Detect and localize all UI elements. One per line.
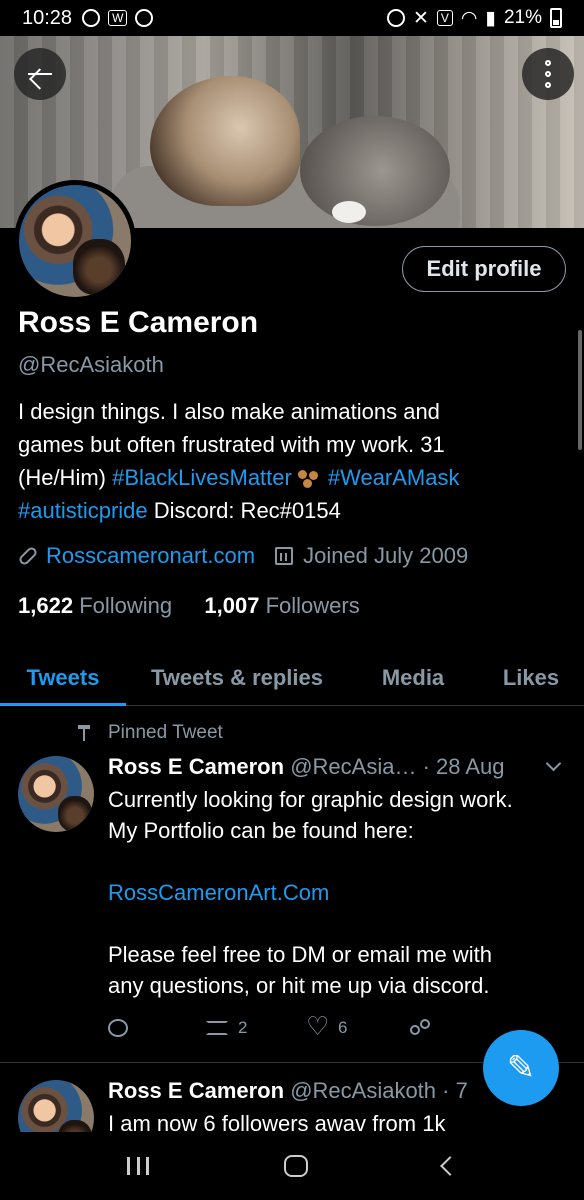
profile-avatar[interactable] [14, 180, 136, 302]
joined-date: Joined July 2009 [303, 543, 469, 568]
hashtag-wearamask[interactable]: #WearAMask [328, 465, 460, 490]
profile-tabs: Tweets Tweets & replies Media Likes [0, 650, 584, 706]
volte-icon: V [436, 10, 453, 26]
like-button[interactable]: 6 [306, 1011, 410, 1042]
tweet-header: Ross E Cameron @RecAsia… · 28 Aug [108, 754, 505, 780]
more-options-icon [545, 60, 551, 88]
website-link[interactable]: Rosscameronart.com [46, 543, 255, 569]
reply-icon [108, 1019, 128, 1037]
compose-tweet-icon: ✎ [506, 1049, 536, 1087]
tweet-header: Ross E Cameron @RecAsiakoth · 7 [108, 1078, 468, 1104]
following-label: Following [79, 593, 173, 618]
followers-count: 1,007 [204, 593, 260, 618]
pinned-text: Pinned Tweet [108, 722, 223, 743]
status-bar: 10:28 W ✕ V ◠ ▮ 21% [0, 0, 584, 36]
alarm-icon [135, 9, 154, 27]
compose-tweet-button[interactable]: ✎ [483, 1030, 559, 1106]
status-time: 10:28 [22, 6, 73, 29]
recents-icon[interactable] [127, 1157, 150, 1175]
profile-meta: Rosscameronart.com Joined July 2009 [17, 543, 469, 569]
tab-likes[interactable]: Likes [478, 650, 584, 705]
following-stat[interactable]: 1,622 Following [18, 593, 172, 618]
battery-icon [550, 8, 562, 28]
tab-tweets[interactable]: Tweets [0, 650, 126, 706]
tweet-author-name: Ross E Cameron [108, 754, 285, 779]
tab-tweets-replies[interactable]: Tweets & replies [126, 650, 348, 705]
bio-line-1: I design things. I also make animations … [18, 399, 440, 424]
scrollbar[interactable] [578, 330, 582, 450]
share-icon [410, 1019, 430, 1037]
like-count: 6 [338, 1018, 348, 1037]
link-icon [17, 545, 39, 567]
banner-tabby-cat [300, 116, 450, 226]
mute-icon: ✕ [412, 7, 429, 29]
follow-stats: 1,622 Following 1,007 Followers [18, 593, 360, 619]
tweet-line: any questions, or hit me up via discord. [108, 973, 490, 998]
followers-stat[interactable]: 1,007 Followers [204, 593, 359, 618]
banner-cat-paw [332, 201, 366, 223]
notification-icons: W [82, 9, 154, 27]
profile-bio: I design things. I also make animations … [18, 395, 558, 527]
tweet-time: · 7 [442, 1078, 468, 1103]
tweet-author-handle: @RecAsiakoth [290, 1078, 437, 1103]
calendar-icon [275, 547, 294, 565]
tweet-author-name: Ross E Cameron [108, 1078, 285, 1103]
hashtag-blacklivesmatter[interactable]: #BlackLivesMatter [112, 465, 292, 490]
share-button[interactable] [410, 1019, 430, 1037]
tweet-line: My Portfolio can be found here: [108, 818, 414, 843]
profile-handle: @RecAsiakoth [18, 352, 164, 377]
heart-icon [306, 1011, 329, 1042]
more-options-button[interactable] [522, 48, 574, 100]
hashtag-autisticpride[interactable]: #autisticpride [18, 498, 148, 523]
pinterest-icon [82, 9, 101, 27]
tweet-actions: 2 6 [108, 1011, 548, 1042]
tweet-menu-chevron-icon[interactable] [545, 755, 562, 772]
battery-percent: 21% [503, 7, 542, 28]
bio-discord: Discord: Rec#0154 [147, 498, 341, 523]
tweet-time: · 28 Aug [422, 754, 505, 779]
pinned-tweet-label: Pinned Tweet [78, 722, 223, 744]
tweet-author-handle: @RecAsia… [290, 754, 417, 779]
nav-back-icon[interactable] [439, 1156, 460, 1176]
tweet-line: Currently looking for graphic design wor… [108, 787, 513, 812]
profile-name: Ross E Cameron [18, 306, 259, 339]
retweet-count: 2 [238, 1018, 248, 1037]
retweet-icon [206, 1021, 228, 1035]
pin-icon [78, 725, 90, 741]
edit-profile-button[interactable]: Edit profile [402, 246, 566, 292]
tweet-text: Currently looking for graphic design wor… [108, 784, 568, 1001]
tweet-line: Please feel free to DM or email me with [108, 942, 492, 967]
tweet-link[interactable]: RossCameronArt.Com [108, 877, 568, 908]
back-arrow-icon [28, 72, 52, 76]
back-button[interactable] [14, 48, 66, 100]
signal-icon: ▮ [485, 7, 496, 29]
reply-button[interactable] [108, 1019, 206, 1037]
tab-media[interactable]: Media [348, 650, 478, 705]
webtoon-icon: W [108, 10, 128, 26]
bio-line-2: games but often frustrated with my work.… [18, 432, 445, 457]
raised-fist-emoji-icon [297, 470, 320, 489]
home-icon[interactable] [283, 1155, 308, 1177]
avatar-photo [19, 185, 131, 297]
following-count: 1,622 [18, 593, 74, 618]
alarm-status-icon [386, 9, 405, 27]
navigation-bar [0, 1132, 584, 1200]
retweet-button[interactable]: 2 [206, 1018, 308, 1038]
system-icons: ✕ V ◠ ▮ 21% [386, 7, 562, 30]
tweet-avatar[interactable] [18, 756, 94, 832]
wifi-icon: ◠ [460, 7, 478, 29]
followers-label: Followers [265, 593, 360, 618]
bio-text-pronouns: (He/Him) [18, 465, 113, 490]
